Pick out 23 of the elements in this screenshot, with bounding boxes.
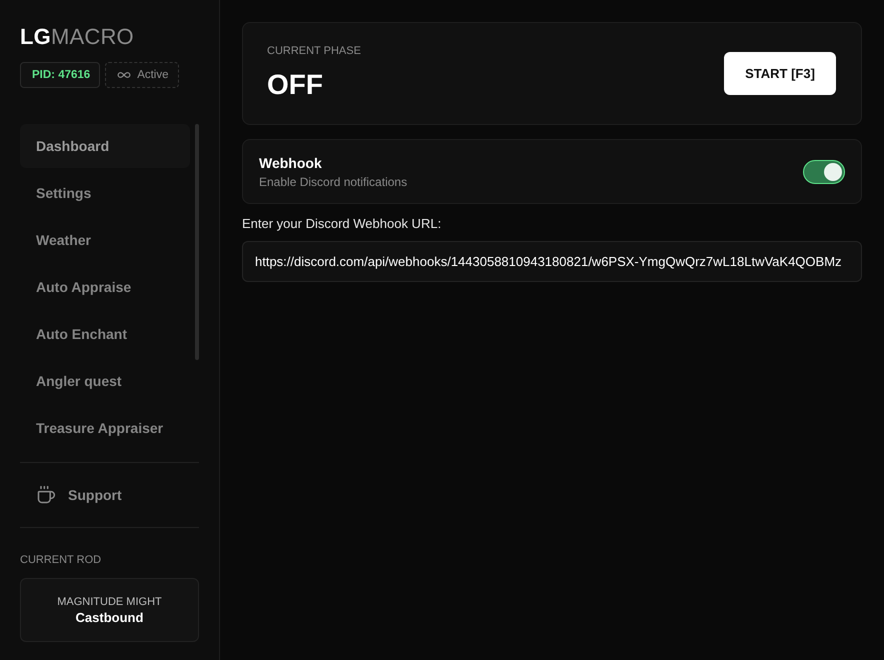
rod-subtitle: Castbound: [76, 610, 144, 624]
pid-badge: PID: 47616: [20, 62, 100, 88]
status-label: Active: [137, 69, 169, 81]
nav-item[interactable]: Auto Appraise: [20, 265, 190, 309]
phase-value: OFF: [267, 68, 323, 102]
support-link[interactable]: Support: [20, 485, 122, 505]
webhook-url-field[interactable]: https://discord.com/api/webhooks/1443058810943180821/w6PSX-YmgQwQrz7wL18LtwVaK4QOBMz: [242, 241, 862, 282]
rod-name: MAGNITUDE MIGHT: [57, 596, 162, 608]
section-heading: CURRENT ROD: [20, 553, 102, 567]
field-label: Enter your Discord Webhook URL:: [242, 216, 442, 232]
coffee-cup-icon: [36, 485, 56, 505]
phase-label: CURRENT PHASE: [267, 44, 361, 58]
nav-item[interactable]: Settings: [20, 171, 190, 215]
nav-item[interactable]: Treasure Appraiser: [20, 406, 190, 450]
nav-item[interactable]: Auto Enchant: [20, 312, 190, 356]
app-logo: LGMACRO: [20, 24, 134, 50]
nav-item[interactable]: Dashboard: [20, 124, 190, 168]
toggle-switch[interactable]: [803, 160, 845, 184]
nav-item[interactable]: Angler quest: [20, 359, 190, 403]
start-button[interactable]: START [F3]: [724, 52, 836, 95]
webhook-description: Enable Discord notifications: [259, 174, 408, 188]
webhook-title: Webhook: [259, 154, 322, 170]
nav-item[interactable]: Weather: [20, 218, 190, 262]
